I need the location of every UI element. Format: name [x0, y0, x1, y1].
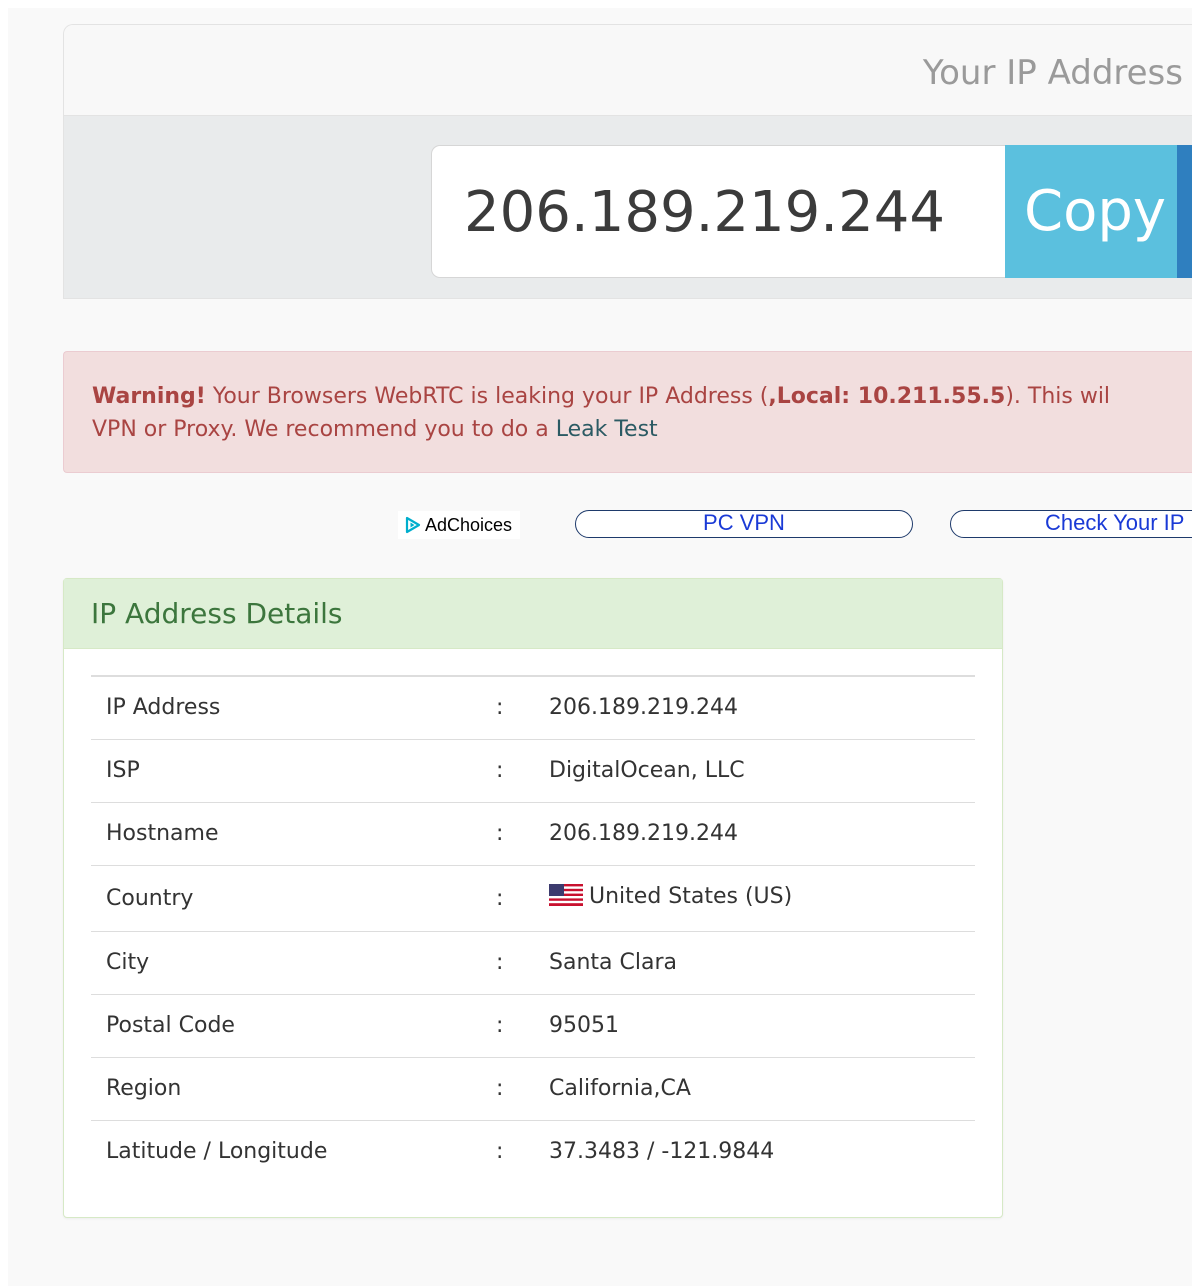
row-separator: :: [496, 695, 504, 721]
table-row: Country : United States (US): [91, 865, 975, 931]
row-label: ISP: [106, 758, 140, 783]
warning-text-2: ). This wil: [1005, 384, 1111, 409]
row-label: Postal Code: [106, 1013, 235, 1038]
warning-local-ip: ,Local: 10.211.55.5: [768, 384, 1006, 409]
row-value: Santa Clara: [549, 950, 677, 975]
copy-button[interactable]: Copy: [1005, 145, 1177, 278]
row-separator: :: [496, 1076, 504, 1101]
row-label: Region: [106, 1076, 182, 1101]
warning-line-2: VPN or Proxy. We recommend you to do a L…: [92, 413, 1192, 446]
copy-button-edge: [1177, 145, 1192, 278]
table-row: ISP : DigitalOcean, LLC: [91, 739, 975, 802]
row-value-country: United States (US): [541, 865, 975, 931]
leak-test-link[interactable]: Leak Test: [556, 417, 658, 442]
row-value: 206.189.219.244: [549, 821, 738, 846]
ip-card-title: Your IP Address: [922, 53, 1183, 93]
page: Your IP Address 206.189.219.244 Copy War…: [8, 8, 1192, 1286]
row-label: IP Address: [106, 695, 221, 721]
ad-link-pc-vpn[interactable]: PC VPN: [575, 510, 913, 538]
row-value: 206.189.219.244: [549, 695, 738, 721]
row-separator: :: [496, 1139, 504, 1165]
row-label: Latitude / Longitude: [106, 1139, 328, 1165]
row-value: 37.3483 / -121.9844: [549, 1139, 775, 1165]
ip-details-panel: IP Address Details IP Address : 206.189.…: [63, 578, 1003, 1218]
country-value: United States (US): [589, 884, 793, 909]
table-row: Region : California,CA: [91, 1057, 975, 1120]
webrtc-warning-alert: Warning! Your Browsers WebRTC is leaking…: [63, 351, 1192, 473]
row-separator: :: [496, 758, 504, 783]
table-row: IP Address : 206.189.219.244: [91, 676, 975, 739]
ip-details-table: IP Address : 206.189.219.244 ISP : Digit…: [91, 675, 975, 1183]
warning-prefix: Warning!: [92, 384, 206, 409]
warning-text-1: Your Browsers WebRTC is leaking your IP …: [205, 384, 769, 409]
ip-card-body: 206.189.219.244 Copy: [64, 116, 1192, 298]
table-row: Hostname : 206.189.219.244: [91, 802, 975, 865]
row-label: Country: [106, 885, 194, 911]
table-row: Latitude / Longitude : 37.3483 / -121.98…: [91, 1120, 975, 1183]
table-row: Postal Code : 95051: [91, 994, 975, 1057]
us-flag-icon: [549, 884, 583, 912]
table-row: City : Santa Clara: [91, 931, 975, 994]
ip-address-field[interactable]: 206.189.219.244: [431, 145, 1006, 278]
adchoices-label: AdChoices: [425, 515, 513, 535]
ip-address-card: Your IP Address 206.189.219.244 Copy: [63, 24, 1192, 299]
ip-details-title: IP Address Details: [64, 579, 1002, 649]
warning-line-1: Warning! Your Browsers WebRTC is leaking…: [92, 380, 1192, 413]
row-label: Hostname: [106, 821, 219, 846]
row-value: 95051: [549, 1013, 619, 1038]
row-value: DigitalOcean, LLC: [549, 758, 745, 783]
row-separator: :: [496, 950, 504, 975]
adchoices-badge[interactable]: AdChoices: [398, 511, 521, 539]
ad-link-check-your-ip[interactable]: Check Your IP: [950, 510, 1192, 538]
row-label: City: [106, 950, 150, 975]
row-separator: :: [496, 821, 504, 846]
row-value: California,CA: [549, 1076, 691, 1101]
ip-card-header: Your IP Address: [64, 25, 1192, 116]
row-separator: :: [496, 1013, 504, 1038]
row-separator: :: [496, 885, 504, 911]
adchoices-icon: [405, 516, 421, 534]
warning-text-3: VPN or Proxy. We recommend you to do a: [92, 417, 556, 442]
